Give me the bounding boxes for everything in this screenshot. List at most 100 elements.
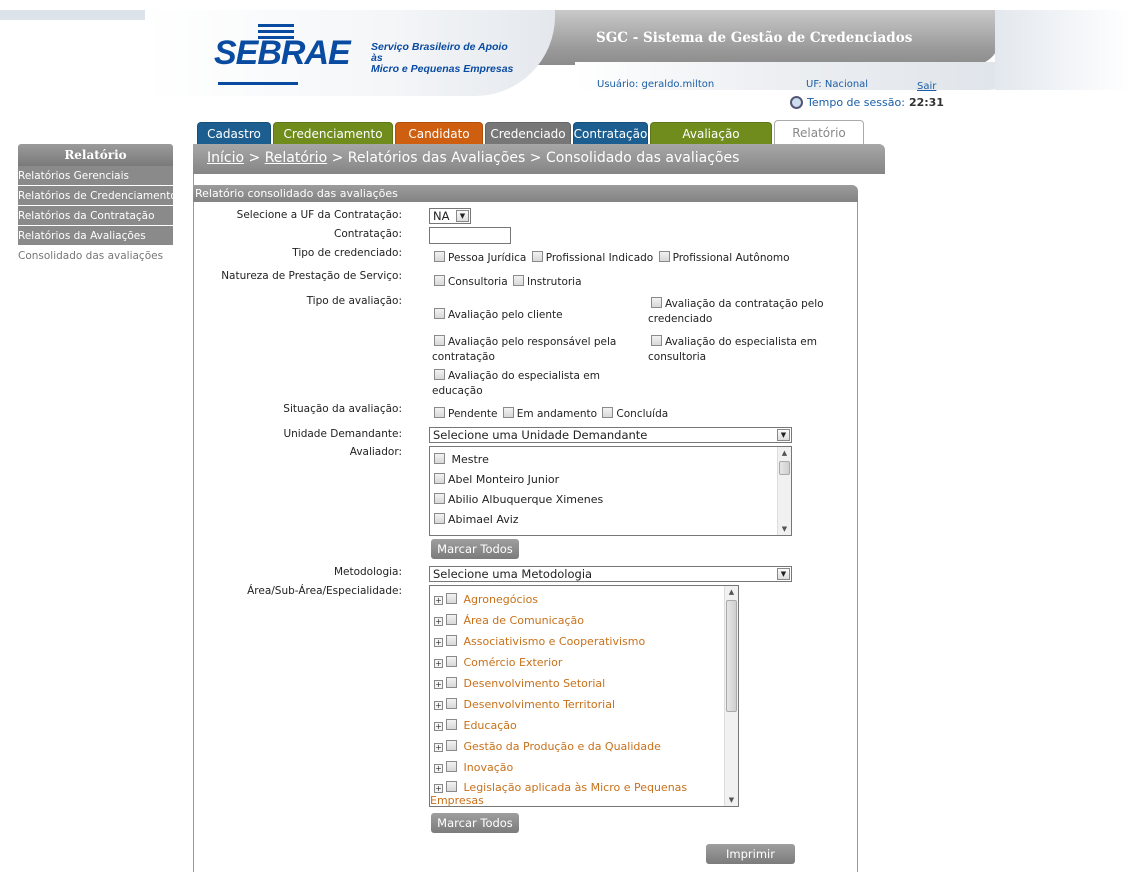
sidebar: Relatório Relatórios Gerenciais Relatóri… xyxy=(18,144,173,266)
expand-icon[interactable]: + xyxy=(434,764,443,773)
tree-item[interactable]: + Agronegócios xyxy=(430,589,738,610)
unidade-select[interactable]: Selecione uma Unidade Demandante ▼ xyxy=(429,427,792,443)
sidebar-item-contratacao[interactable]: Relatórios da Contratação xyxy=(18,206,173,226)
pendente-checkbox[interactable] xyxy=(434,407,445,418)
checkbox-label: Avaliação pelo cliente xyxy=(448,309,563,321)
expand-icon[interactable]: + xyxy=(434,701,443,710)
avaliacao-cliente-checkbox[interactable] xyxy=(434,308,445,319)
expand-icon[interactable]: + xyxy=(434,638,443,647)
scroll-thumb[interactable] xyxy=(779,461,790,475)
avaliacao-responsavel-checkbox[interactable] xyxy=(434,335,445,346)
area-checkbox[interactable] xyxy=(446,740,457,751)
tree-item[interactable]: + Educação xyxy=(430,715,738,736)
area-name: Associativismo e Cooperativismo xyxy=(463,635,646,648)
logout-link[interactable]: Sair xyxy=(917,81,936,92)
area-checkbox[interactable] xyxy=(446,719,457,730)
list-item[interactable]: Abilio Albuquerque Ximenes xyxy=(430,490,791,510)
area-checkbox[interactable] xyxy=(446,677,457,688)
tree-item[interactable]: + Área de Comunicação xyxy=(430,610,738,631)
sidebar-item-avaliacoes[interactable]: Relatórios da Avaliações xyxy=(18,226,173,246)
expand-icon[interactable]: + xyxy=(434,743,443,752)
expand-icon[interactable]: + xyxy=(434,722,443,731)
em-andamento-checkbox[interactable] xyxy=(502,407,514,418)
uf-select-value: NA xyxy=(433,209,450,223)
profissional-autonomo-checkbox[interactable] xyxy=(658,251,670,262)
sidebar-item-gerenciais[interactable]: Relatórios Gerenciais xyxy=(18,166,173,186)
tab-credenciado[interactable]: Credenciado xyxy=(485,122,571,144)
avaliador-checkbox[interactable] xyxy=(434,513,445,524)
avaliador-checkbox[interactable] xyxy=(434,493,445,504)
tree-item[interactable]: + Desenvolvimento Setorial xyxy=(430,673,738,694)
tagline-line2: Micro e Pequenas Empresas xyxy=(371,63,514,75)
area-checkbox[interactable] xyxy=(446,656,457,667)
scroll-down-icon[interactable]: ▼ xyxy=(778,523,791,535)
user-label: Usuário: geraldo.milton xyxy=(597,79,715,90)
breadcrumb-report[interactable]: Relatório xyxy=(265,150,327,166)
area-checkbox[interactable] xyxy=(446,635,457,646)
profissional-indicado-checkbox[interactable] xyxy=(531,251,543,262)
list-item[interactable]: Abimael Aviz xyxy=(430,510,791,530)
imprimir-button[interactable]: Imprimir xyxy=(706,844,795,864)
avaliacao-especialista-educacao-checkbox[interactable] xyxy=(434,369,445,380)
area-checkbox[interactable] xyxy=(446,781,457,792)
instrutoria-checkbox[interactable] xyxy=(513,275,525,286)
avaliador-scrollbar[interactable]: ▲ ▼ xyxy=(777,447,791,535)
tree-item[interactable]: + Desenvolvimento Territorial xyxy=(430,694,738,715)
tab-candidato[interactable]: Candidato xyxy=(395,122,483,144)
uf-select[interactable]: NA ▼ xyxy=(429,208,471,224)
contratacao-input[interactable] xyxy=(429,227,511,244)
consultoria-checkbox[interactable] xyxy=(434,275,445,286)
marcar-todos-avaliador-button[interactable]: Marcar Todos xyxy=(431,539,519,559)
list-item[interactable]: Mestre xyxy=(430,450,791,470)
area-checkbox[interactable] xyxy=(446,761,457,772)
checkbox-label: Pessoa Jurídica xyxy=(448,252,527,264)
area-name: Educação xyxy=(463,719,517,732)
tree-item[interactable]: + Associativismo e Cooperativismo xyxy=(430,631,738,652)
avaliacao-contratacao-checkbox[interactable] xyxy=(651,297,662,308)
tree-item[interactable]: + Gestão da Produção e da Qualidade xyxy=(430,736,738,757)
tab-credenciamento[interactable]: Credenciamento xyxy=(273,122,393,144)
tree-item[interactable]: + Legislação aplicada às Micro e Pequena… xyxy=(430,778,738,807)
sebrae-logo: SEBRAE xyxy=(214,34,351,72)
session-time: 22:31 xyxy=(908,96,944,109)
avaliador-checkbox[interactable] xyxy=(434,473,445,484)
area-checkbox[interactable] xyxy=(446,698,457,709)
tab-cadastro[interactable]: Cadastro xyxy=(197,122,271,144)
area-checkbox[interactable] xyxy=(446,593,457,604)
avaliador-checkbox[interactable] xyxy=(434,453,445,464)
sidebar-item-credenciamento[interactable]: Relatórios de Credenciamento xyxy=(18,186,173,206)
tab-avaliacao[interactable]: Avaliação xyxy=(650,122,772,144)
tab-relatorio[interactable]: Relatório xyxy=(774,120,864,144)
area-scrollbar[interactable]: ▲ ▼ xyxy=(724,586,738,806)
scroll-down-icon[interactable]: ▼ xyxy=(725,794,738,806)
avaliacao-especialista-consultoria-checkbox[interactable] xyxy=(651,335,662,346)
uf-field-label: Selecione a UF da Contratação: xyxy=(236,209,402,221)
marcar-todos-area-button[interactable]: Marcar Todos xyxy=(431,813,519,833)
tree-item[interactable]: + Inovação xyxy=(430,757,738,778)
area-checkbox[interactable] xyxy=(446,614,457,625)
metodologia-select-value: Selecione uma Metodologia xyxy=(433,567,593,581)
breadcrumb-home[interactable]: Início xyxy=(207,150,244,166)
scroll-thumb[interactable] xyxy=(726,600,737,712)
avaliador-list[interactable]: Mestre Abel Monteiro Junior Abilio Albuq… xyxy=(429,446,792,536)
natureza-group: Consultoria Instrutoria xyxy=(434,275,582,288)
session-label: Tempo de sessão: xyxy=(807,96,905,109)
concluida-checkbox[interactable] xyxy=(602,407,614,418)
scroll-up-icon[interactable]: ▲ xyxy=(778,447,791,459)
expand-icon[interactable]: + xyxy=(434,596,443,605)
expand-icon[interactable]: + xyxy=(434,784,443,793)
pessoa-juridica-checkbox[interactable] xyxy=(434,251,445,262)
area-name-cont: Empresas xyxy=(430,794,484,807)
area-tree[interactable]: + Agronegócios + Área de Comunicação + A… xyxy=(429,585,739,807)
scroll-up-icon[interactable]: ▲ xyxy=(725,586,738,598)
sidebar-item-consolidado[interactable]: Consolidado das avaliações xyxy=(18,246,173,266)
expand-icon[interactable]: + xyxy=(434,617,443,626)
tree-item[interactable]: + Comércio Exterior xyxy=(430,652,738,673)
avaliador-name: Abilio Albuquerque Ximenes xyxy=(448,493,604,506)
area-label: Área/Sub-Área/Especialidade: xyxy=(247,585,402,597)
expand-icon[interactable]: + xyxy=(434,659,443,668)
tab-contratacao[interactable]: Contratação xyxy=(573,122,648,144)
expand-icon[interactable]: + xyxy=(434,680,443,689)
metodologia-select[interactable]: Selecione uma Metodologia ▼ xyxy=(429,566,792,582)
list-item[interactable]: Abel Monteiro Junior xyxy=(430,470,791,490)
